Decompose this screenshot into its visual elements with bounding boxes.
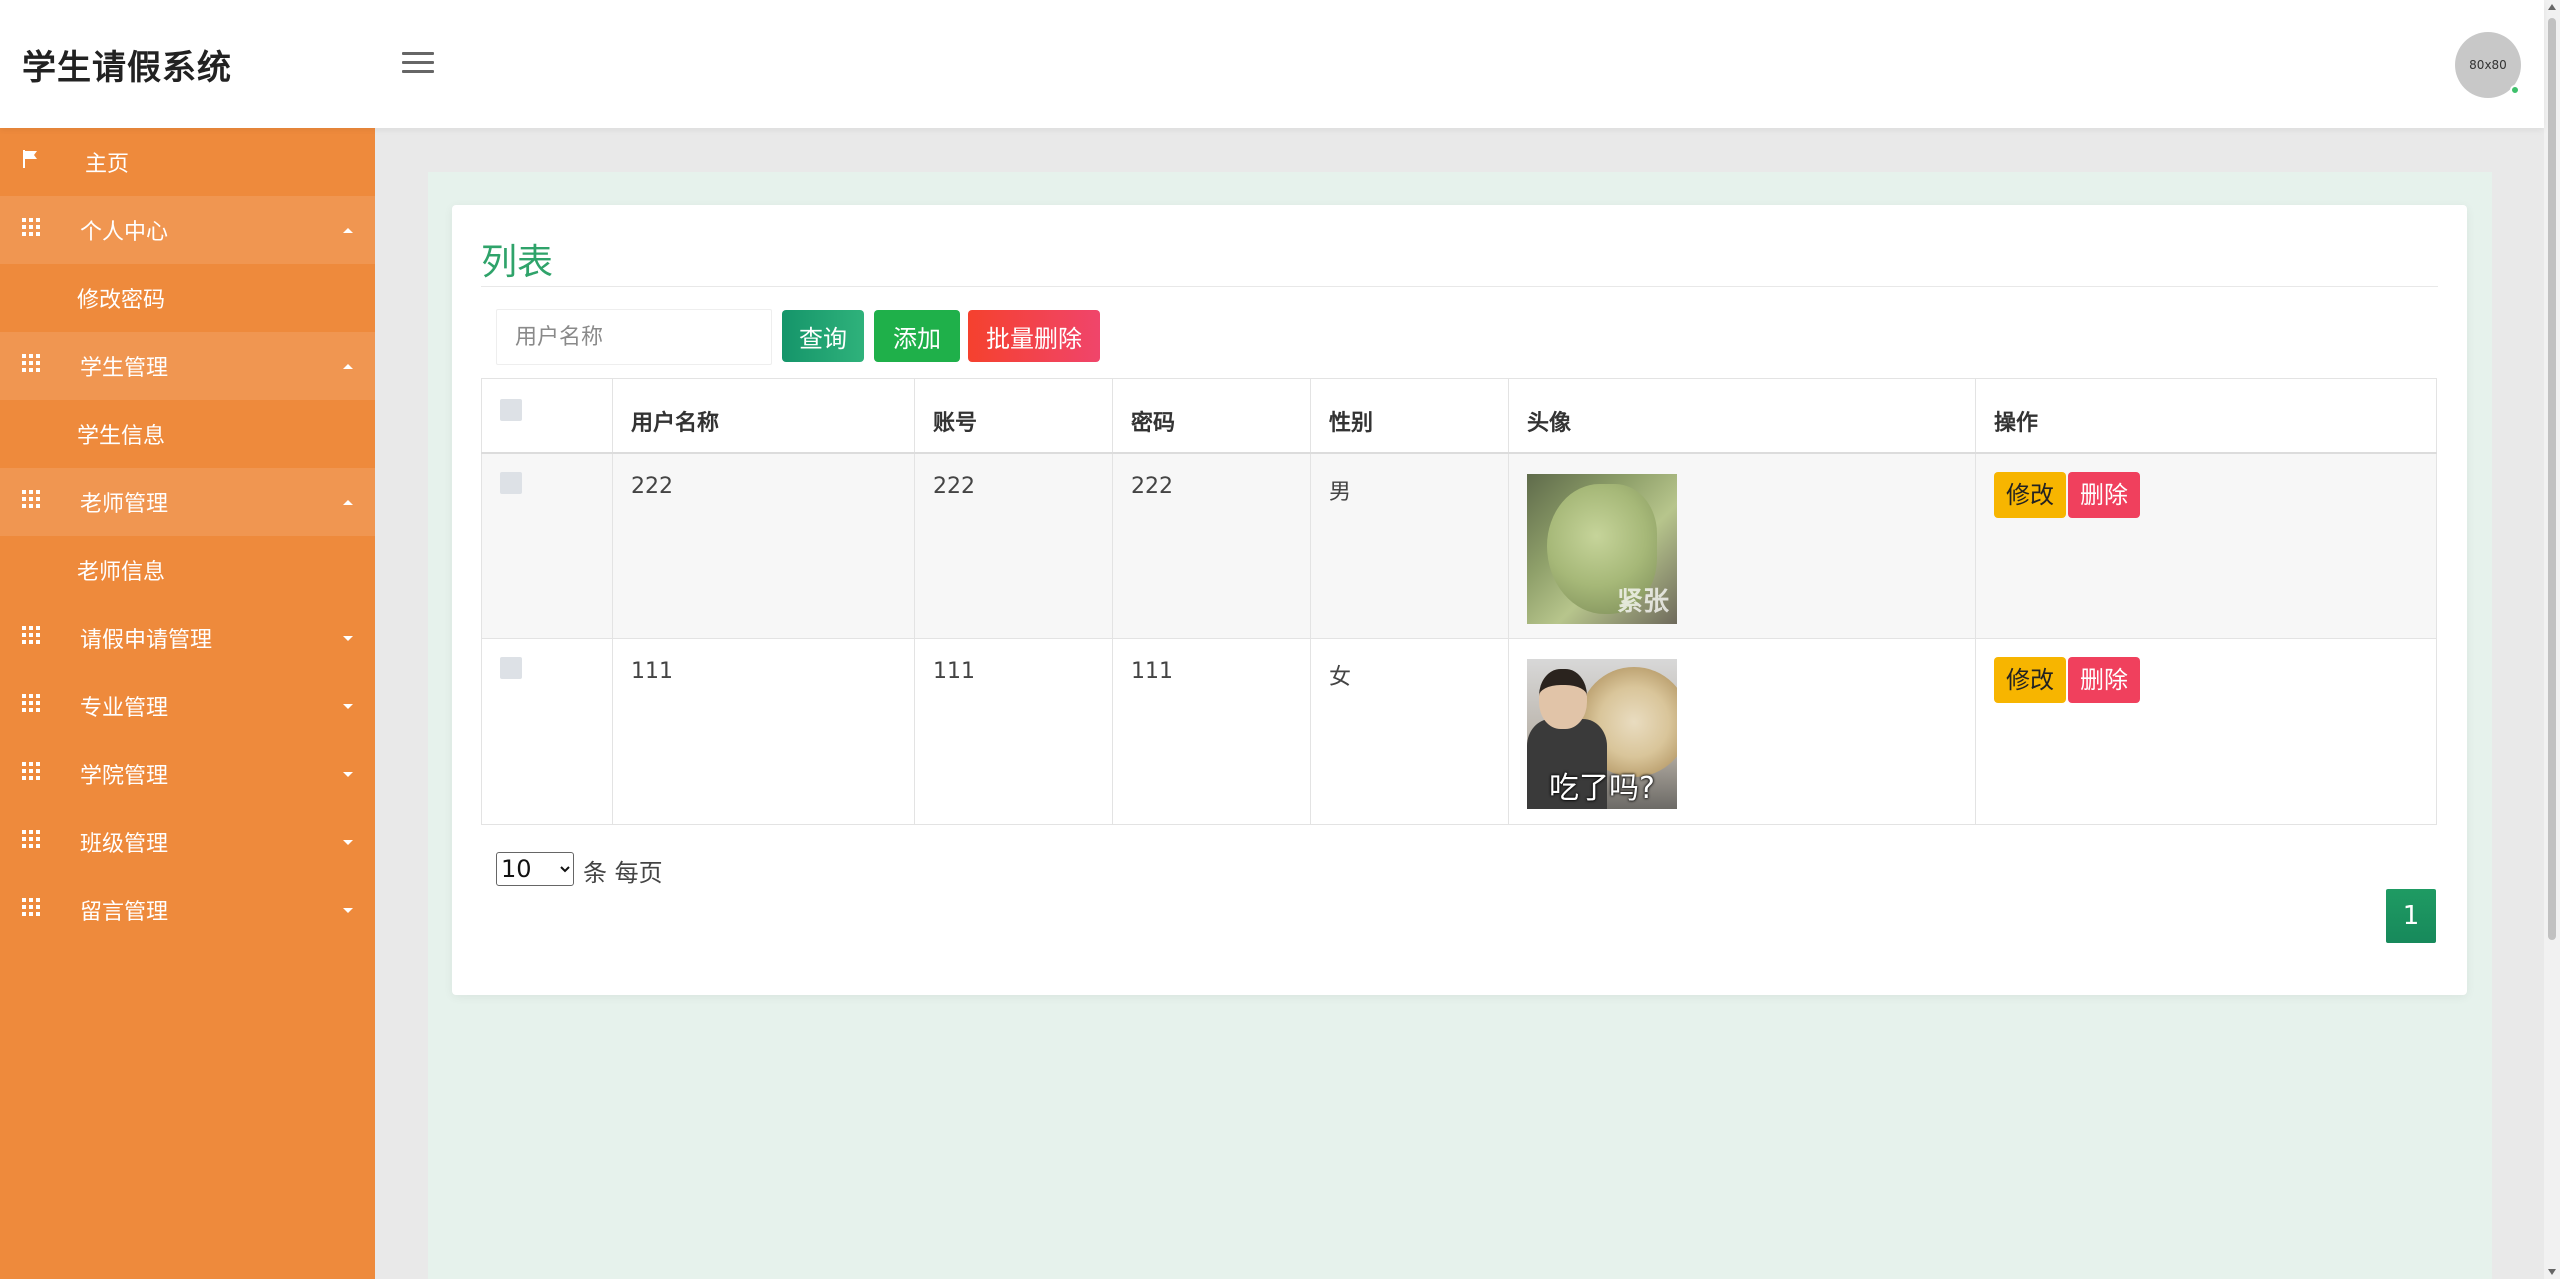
- chevron-up-icon: [343, 500, 353, 505]
- list-panel: 列表 查询 添加 批量删除 用户名称 账号 密码 性别 头像 操作 222: [452, 205, 2467, 995]
- cell-gender: 男: [1310, 452, 1509, 639]
- sidebar-item-label: 主页: [85, 152, 130, 177]
- sidebar-item-label: 学生管理: [80, 356, 169, 381]
- avatar-image: 吃了吗?: [1527, 659, 1677, 809]
- row-checkbox[interactable]: [500, 471, 522, 494]
- grid-icon: [22, 218, 40, 236]
- cell-username: 222: [612, 452, 915, 639]
- add-button[interactable]: 添加: [874, 310, 960, 362]
- sidebar-item-label: 学院管理: [80, 764, 169, 789]
- sidebar-item-label: 班级管理: [80, 832, 169, 857]
- sidebar-group-student-management[interactable]: 学生管理: [0, 332, 375, 400]
- online-status-dot: [2510, 85, 2520, 95]
- cell-username: 111: [612, 638, 915, 825]
- user-avatar[interactable]: 80x80: [2455, 32, 2521, 98]
- avatar-image-caption: 紧张: [1616, 586, 1669, 617]
- chevron-down-icon: [343, 772, 353, 777]
- scrollbar-thumb[interactable]: [2548, 18, 2556, 940]
- grid-icon: [22, 490, 40, 508]
- table-header-row: 用户名称 账号 密码 性别 头像 操作: [481, 378, 2437, 454]
- cell-gender: 女: [1310, 638, 1509, 825]
- sidebar-group-class-management[interactable]: 班级管理: [0, 808, 375, 876]
- cell-account: 222: [914, 452, 1113, 639]
- sidebar-item-label: 专业管理: [80, 696, 169, 721]
- user-table: 用户名称 账号 密码 性别 头像 操作 222 222 222 男 紧张 修改 …: [481, 378, 2437, 825]
- delete-button[interactable]: 删除: [2068, 657, 2140, 703]
- sidebar-item-teacher-info[interactable]: 老师信息: [0, 536, 375, 604]
- chevron-down-icon: [343, 908, 353, 913]
- query-button[interactable]: 查询: [782, 310, 864, 362]
- title-divider: [481, 286, 2438, 287]
- edit-button[interactable]: 修改: [1994, 471, 2066, 518]
- grid-icon: [22, 830, 40, 848]
- sidebar-group-personal-center[interactable]: 个人中心: [0, 196, 375, 264]
- column-header-account[interactable]: 账号: [914, 378, 1113, 454]
- sidebar-group-college-management[interactable]: 学院管理: [0, 740, 375, 808]
- page-title: 列表: [481, 242, 554, 283]
- vertical-scrollbar[interactable]: [2544, 0, 2560, 1279]
- delete-button[interactable]: 删除: [2068, 471, 2140, 518]
- row-checkbox[interactable]: [500, 657, 522, 679]
- sidebar-item-label: 个人中心: [80, 220, 169, 245]
- batch-delete-button[interactable]: 批量删除: [968, 310, 1100, 362]
- username-search-input[interactable]: [496, 309, 772, 365]
- grid-icon: [22, 694, 40, 712]
- scroll-down-icon[interactable]: [2548, 1269, 2556, 1275]
- column-header-avatar: 头像: [1508, 378, 1976, 454]
- scroll-up-icon[interactable]: [2548, 4, 2556, 10]
- menu-toggle-icon[interactable]: [402, 52, 434, 76]
- page-size-select[interactable]: 10: [496, 852, 574, 886]
- avatar-placeholder-text: 80x80: [2469, 58, 2507, 72]
- edit-button[interactable]: 修改: [1994, 657, 2066, 703]
- chevron-up-icon: [343, 364, 353, 369]
- sidebar-item-home[interactable]: 主页: [0, 128, 375, 196]
- avatar-image-caption: 吃了吗?: [1549, 771, 1655, 806]
- sidebar-item-student-info[interactable]: 学生信息: [0, 400, 375, 468]
- grid-icon: [22, 354, 40, 372]
- sidebar-group-leave-application[interactable]: 请假申请管理: [0, 604, 375, 672]
- column-header-actions: 操作: [1975, 378, 2437, 454]
- sidebar-item-change-password[interactable]: 修改密码: [0, 264, 375, 332]
- sidebar-item-label: 请假申请管理: [80, 628, 213, 653]
- sidebar-group-major-management[interactable]: 专业管理: [0, 672, 375, 740]
- column-header-username[interactable]: 用户名称: [612, 378, 915, 454]
- sidebar-group-message-management[interactable]: 留言管理: [0, 876, 375, 944]
- select-all-checkbox[interactable]: [500, 399, 522, 421]
- sidebar-item-label: 留言管理: [80, 900, 169, 925]
- column-header-gender[interactable]: 性别: [1310, 378, 1509, 454]
- top-header: 学生请假系统 80x80: [0, 0, 2544, 128]
- pagination-page-button[interactable]: 1: [2386, 889, 2436, 943]
- column-header-password[interactable]: 密码: [1112, 378, 1311, 454]
- app-title: 学生请假系统: [22, 48, 232, 88]
- table-row: 111 111 111 女 吃了吗? 修改 删除: [481, 638, 2437, 825]
- chevron-down-icon: [343, 636, 353, 641]
- grid-icon: [22, 762, 40, 780]
- avatar-image: 紧张: [1527, 473, 1677, 624]
- cell-account: 111: [914, 638, 1113, 825]
- grid-icon: [22, 626, 40, 644]
- table-row: 222 222 222 男 紧张 修改 删除: [481, 452, 2437, 639]
- chevron-down-icon: [343, 704, 353, 709]
- chevron-up-icon: [343, 228, 353, 233]
- per-page-label: 条 每页: [583, 859, 663, 887]
- cell-password: 111: [1112, 638, 1311, 825]
- cell-password: 222: [1112, 452, 1311, 639]
- sidebar-item-label: 老师管理: [80, 492, 169, 517]
- flag-icon: [22, 150, 40, 168]
- grid-icon: [22, 898, 40, 916]
- chevron-down-icon: [343, 840, 353, 845]
- sidebar-group-teacher-management[interactable]: 老师管理: [0, 468, 375, 536]
- sidebar: 主页 个人中心 修改密码 学生管理 学生信息 老师管理 老师信息 请假申请管理 …: [0, 128, 375, 1279]
